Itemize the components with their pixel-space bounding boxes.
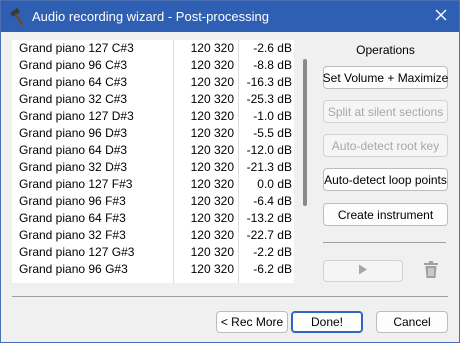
- sample-name: Grand piano 64 C#3: [19, 75, 128, 89]
- window-title: Audio recording wizard - Post-processing: [32, 9, 269, 24]
- sample-level: -12.0 dB: [246, 143, 292, 157]
- create-instrument-button[interactable]: Create instrument: [323, 203, 448, 226]
- sample-row[interactable]: Grand piano 96 F#3 120 320 -6.4 dB: [12, 193, 294, 210]
- sample-count: 120 320: [190, 58, 234, 72]
- play-icon: [358, 264, 368, 278]
- auto-detect-loop-points-button[interactable]: Auto-detect loop points: [323, 168, 448, 191]
- sample-list[interactable]: Grand piano 127 C#3 120 320 -2.6 dB Grand p…: [12, 40, 294, 283]
- auto-detect-root-key-button[interactable]: Auto-detect root key: [323, 134, 448, 157]
- sample-name: Grand piano 32 F#3: [19, 228, 126, 242]
- hammer-icon: [8, 8, 26, 26]
- sample-name: Grand piano 96 D#3: [19, 126, 128, 140]
- sample-level: -22.7 dB: [246, 228, 292, 242]
- sample-level: -1.0 dB: [253, 109, 292, 123]
- sample-name: Grand piano 127 D#3: [19, 109, 134, 123]
- cancel-button[interactable]: Cancel: [376, 311, 448, 333]
- sample-level: -13.2 dB: [246, 211, 292, 225]
- sample-name: Grand piano 127 F#3: [19, 177, 133, 191]
- sample-row[interactable]: Grand piano 64 F#3 120 320 -13.2 dB: [12, 210, 294, 227]
- wizard-window: Audio recording wizard - Post-processing…: [0, 0, 460, 343]
- sample-level: -21.3 dB: [246, 160, 292, 174]
- sample-name: Grand piano 32 D#3: [19, 160, 128, 174]
- split-silent-sections-button[interactable]: Split at silent sections: [323, 100, 448, 123]
- done-button[interactable]: Done!: [291, 311, 363, 333]
- sample-level: -16.3 dB: [246, 75, 292, 89]
- sample-row[interactable]: Grand piano 96 G#3 120 320 -6.2 dB: [12, 261, 294, 278]
- delete-button[interactable]: [418, 260, 443, 282]
- sample-count: 120 320: [190, 41, 234, 55]
- close-icon: [435, 9, 447, 24]
- sample-level: -2.6 dB: [253, 41, 292, 55]
- sample-count: 120 320: [190, 177, 234, 191]
- sample-count: 120 320: [190, 262, 234, 276]
- sample-row[interactable]: Grand piano 32 D#3 120 320 -21.3 dB: [12, 159, 294, 176]
- sample-count: 120 320: [190, 92, 234, 106]
- sample-name: Grand piano 64 F#3: [19, 211, 126, 225]
- sample-level: -6.2 dB: [253, 262, 292, 276]
- sample-level: -5.5 dB: [253, 126, 292, 140]
- title-bar[interactable]: Audio recording wizard - Post-processing: [1, 1, 459, 32]
- sample-level: -25.3 dB: [246, 92, 292, 106]
- sample-count: 120 320: [190, 75, 234, 89]
- operations-heading: Operations: [356, 43, 415, 57]
- sample-name: Grand piano 32 C#3: [19, 92, 128, 106]
- set-volume-maximize-button[interactable]: Set Volume + Maximize: [323, 66, 448, 89]
- sample-count: 120 320: [190, 228, 234, 242]
- sample-row[interactable]: Grand piano 127 F#3 120 320 0.0 dB: [12, 176, 294, 193]
- sample-count: 120 320: [190, 160, 234, 174]
- sample-name: Grand piano 96 F#3: [19, 194, 126, 208]
- sample-row[interactable]: Grand piano 32 F#3 120 320 -22.7 dB: [12, 227, 294, 244]
- sample-level: -8.8 dB: [253, 58, 292, 72]
- sample-level: -6.4 dB: [253, 194, 292, 208]
- close-button[interactable]: [423, 1, 459, 32]
- sample-name: Grand piano 64 D#3: [19, 143, 128, 157]
- sample-count: 120 320: [190, 211, 234, 225]
- rec-more-button[interactable]: < Rec More: [216, 311, 288, 333]
- sample-name: Grand piano 127 G#3: [19, 245, 135, 259]
- sample-row[interactable]: Grand piano 127 G#3 120 320 -2.2 dB: [12, 244, 294, 261]
- sample-row[interactable]: Grand piano 127 D#3 120 320 -1.0 dB: [12, 108, 294, 125]
- sample-row[interactable]: Grand piano 64 C#3 120 320 -16.3 dB: [12, 74, 294, 91]
- sample-name: Grand piano 96 G#3: [19, 262, 128, 276]
- sample-row[interactable]: Grand piano 64 D#3 120 320 -12.0 dB: [12, 142, 294, 159]
- sample-level: -2.2 dB: [253, 245, 292, 259]
- sample-count: 120 320: [190, 109, 234, 123]
- play-button[interactable]: [323, 260, 403, 282]
- sample-count: 120 320: [190, 143, 234, 157]
- operations-divider: [323, 242, 446, 243]
- sample-count: 120 320: [190, 194, 234, 208]
- sample-name: Grand piano 96 C#3: [19, 58, 128, 72]
- trash-icon: [423, 261, 438, 281]
- sample-level: 0.0 dB: [257, 177, 292, 191]
- sample-count: 120 320: [190, 245, 234, 259]
- sample-count: 120 320: [190, 126, 234, 140]
- sample-row[interactable]: Grand piano 96 D#3 120 320 -5.5 dB: [12, 125, 294, 142]
- sample-row[interactable]: Grand piano 32 C#3 120 320 -25.3 dB: [12, 91, 294, 108]
- sample-name: Grand piano 127 C#3: [19, 41, 134, 55]
- list-scrollbar[interactable]: [303, 59, 307, 206]
- sample-row[interactable]: Grand piano 96 C#3 120 320 -8.8 dB: [12, 57, 294, 74]
- footer-divider: [12, 296, 448, 297]
- sample-row[interactable]: Grand piano 127 C#3 120 320 -2.6 dB: [12, 40, 294, 57]
